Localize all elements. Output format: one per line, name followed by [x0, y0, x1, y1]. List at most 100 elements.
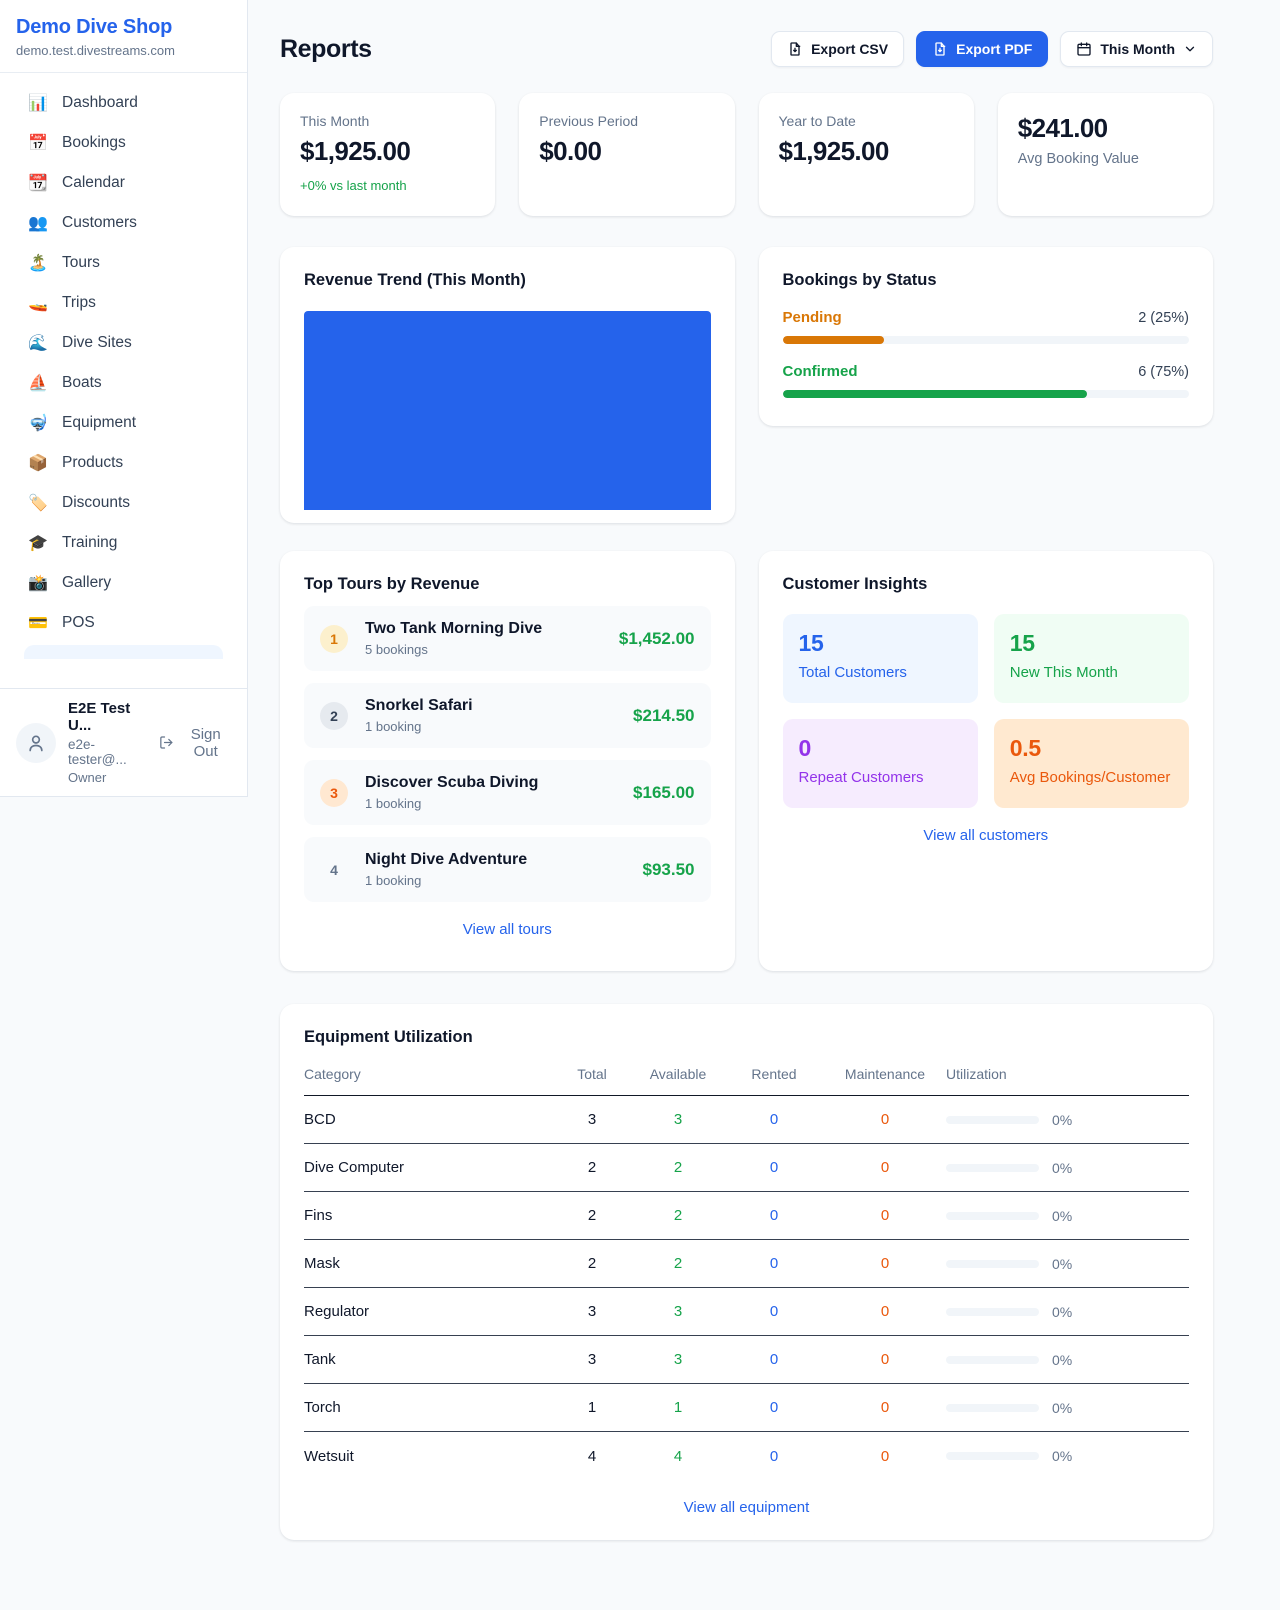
tour-row: 2 Snorkel Safari 1 booking $214.50	[304, 683, 711, 748]
revenue-trend-title: Revenue Trend (This Month)	[304, 271, 711, 290]
sidebar-item-trips[interactable]: 🚤 Trips	[12, 283, 235, 323]
user-meta: E2E Test U... e2e-tester@... Owner	[68, 700, 147, 785]
sidebar-item-calendar[interactable]: 📆 Calendar	[12, 163, 235, 203]
progress-fill	[783, 336, 885, 344]
cell-available: 2	[632, 1255, 724, 1272]
cell-utilization: 0%	[946, 1160, 1189, 1176]
stat-cards: This Month $1,925.00 +0% vs last month P…	[280, 93, 1213, 216]
cell-available: 1	[632, 1399, 724, 1416]
stat-value: $1,925.00	[300, 136, 475, 167]
sidebar-item-label: Equipment	[62, 414, 136, 432]
export-pdf-button[interactable]: Export PDF	[916, 31, 1048, 67]
status-count: 2 (25%)	[1138, 310, 1189, 326]
sidebar-item-training[interactable]: 🎓 Training	[12, 523, 235, 563]
cell-rented: 0	[724, 1255, 824, 1272]
tour-bookings: 1 booking	[365, 796, 538, 811]
insight-tiles: 15 Total Customers 15 New This Month 0 R…	[783, 614, 1190, 808]
speedboat-icon: 🚤	[28, 293, 48, 313]
utilization-percent: 0%	[1052, 1112, 1072, 1128]
stat-card-previous-period: Previous Period $0.00	[519, 93, 734, 216]
sidebar-item-label: Discounts	[62, 494, 130, 512]
period-dropdown[interactable]: This Month	[1060, 31, 1213, 67]
cell-rented: 0	[724, 1111, 824, 1128]
utilization-percent: 0%	[1052, 1400, 1072, 1416]
bookings-calendar-icon: 📅	[28, 133, 48, 153]
bookings-by-status-title: Bookings by Status	[783, 271, 1190, 290]
sign-out-button[interactable]: Sign Out	[159, 726, 231, 760]
cell-utilization: 0%	[946, 1112, 1189, 1128]
tile-total-customers: 15 Total Customers	[783, 614, 978, 703]
tour-revenue: $165.00	[633, 783, 694, 803]
rank-badge: 1	[320, 625, 348, 653]
tour-bookings: 1 booking	[365, 873, 527, 888]
sidebar-item-label: Products	[62, 454, 123, 472]
sidebar-item-reports-partial[interactable]	[24, 645, 223, 659]
tour-revenue: $1,452.00	[619, 629, 695, 649]
cell-rented: 0	[724, 1207, 824, 1224]
cell-maintenance: 0	[824, 1207, 946, 1224]
top-tours-title: Top Tours by Revenue	[304, 575, 711, 594]
view-all-tours-link[interactable]: View all tours	[304, 921, 711, 938]
tile-avg-bookings-customer: 0.5 Avg Bookings/Customer	[994, 719, 1189, 808]
sidebar-item-pos[interactable]: 💳 POS	[12, 603, 235, 643]
cell-maintenance: 0	[824, 1159, 946, 1176]
utilization-bar	[946, 1116, 1039, 1124]
cell-utilization: 0%	[946, 1352, 1189, 1368]
revenue-bar-chart	[304, 311, 711, 510]
tag-icon: 🏷️	[28, 493, 48, 513]
export-csv-button[interactable]: Export CSV	[771, 31, 904, 67]
view-all-equipment-link[interactable]: View all equipment	[304, 1499, 1189, 1516]
logout-icon	[159, 734, 174, 751]
cell-maintenance: 0	[824, 1303, 946, 1320]
stat-delta: +0% vs last month	[300, 178, 475, 193]
tour-bookings: 1 booking	[365, 719, 473, 734]
sidebar-item-dashboard[interactable]: 📊 Dashboard	[12, 83, 235, 123]
customer-insights-title: Customer Insights	[783, 575, 1190, 594]
sidebar-nav: 📊 Dashboard 📅 Bookings 📆 Calendar 👥 Cust…	[0, 73, 247, 659]
cell-available: 2	[632, 1207, 724, 1224]
cell-total: 4	[552, 1448, 632, 1465]
cell-available: 4	[632, 1448, 724, 1465]
view-all-customers-link[interactable]: View all customers	[783, 827, 1190, 844]
sailboat-icon: ⛵	[28, 373, 48, 393]
sidebar-item-tours[interactable]: 🏝️ Tours	[12, 243, 235, 283]
charts-row: Revenue Trend (This Month) Bookings by S…	[280, 247, 1213, 523]
tile-label: New This Month	[1010, 664, 1173, 681]
sidebar-item-equipment[interactable]: 🤿 Equipment	[12, 403, 235, 443]
tour-name: Two Tank Morning Dive	[365, 620, 542, 638]
stat-label: Previous Period	[539, 113, 714, 129]
package-icon: 📦	[28, 453, 48, 473]
cell-category: Fins	[304, 1207, 552, 1224]
sidebar-item-label: Dive Sites	[62, 334, 132, 352]
revenue-trend-card: Revenue Trend (This Month)	[280, 247, 735, 523]
main-content: Reports Export CSV Export PDF This Month…	[280, 0, 1213, 1590]
stat-card-year-to-date: Year to Date $1,925.00	[759, 93, 974, 216]
tile-repeat-customers: 0 Repeat Customers	[783, 719, 978, 808]
sidebar-item-gallery[interactable]: 📸 Gallery	[12, 563, 235, 603]
utilization-percent: 0%	[1052, 1256, 1072, 1272]
utilization-bar	[946, 1404, 1039, 1412]
tile-new-this-month: 15 New This Month	[994, 614, 1189, 703]
status-label: Confirmed	[783, 363, 858, 380]
cell-maintenance: 0	[824, 1111, 946, 1128]
column-header-utilization: Utilization	[946, 1066, 1189, 1082]
table-row: Tank 3 3 0 0 0%	[304, 1336, 1189, 1384]
customers-icon: 👥	[28, 213, 48, 233]
cell-total: 1	[552, 1399, 632, 1416]
cell-total: 2	[552, 1207, 632, 1224]
sidebar-item-boats[interactable]: ⛵ Boats	[12, 363, 235, 403]
sidebar-item-bookings[interactable]: 📅 Bookings	[12, 123, 235, 163]
sidebar-item-label: POS	[62, 614, 95, 632]
sidebar-item-discounts[interactable]: 🏷️ Discounts	[12, 483, 235, 523]
sidebar-user-footer: E2E Test U... e2e-tester@... Owner Sign …	[0, 688, 247, 796]
sidebar-item-products[interactable]: 📦 Products	[12, 443, 235, 483]
sidebar: Demo Dive Shop demo.test.divestreams.com…	[0, 0, 248, 797]
shop-logo-block: Demo Dive Shop demo.test.divestreams.com	[0, 0, 247, 73]
stat-value: $241.00	[1018, 113, 1193, 144]
table-header: Category Total Available Rented Maintena…	[304, 1066, 1189, 1096]
sidebar-item-customers[interactable]: 👥 Customers	[12, 203, 235, 243]
utilization-bar	[946, 1308, 1039, 1316]
sidebar-item-dive-sites[interactable]: 🌊 Dive Sites	[12, 323, 235, 363]
user-email: e2e-tester@...	[68, 737, 147, 767]
stat-value: $0.00	[539, 136, 714, 167]
